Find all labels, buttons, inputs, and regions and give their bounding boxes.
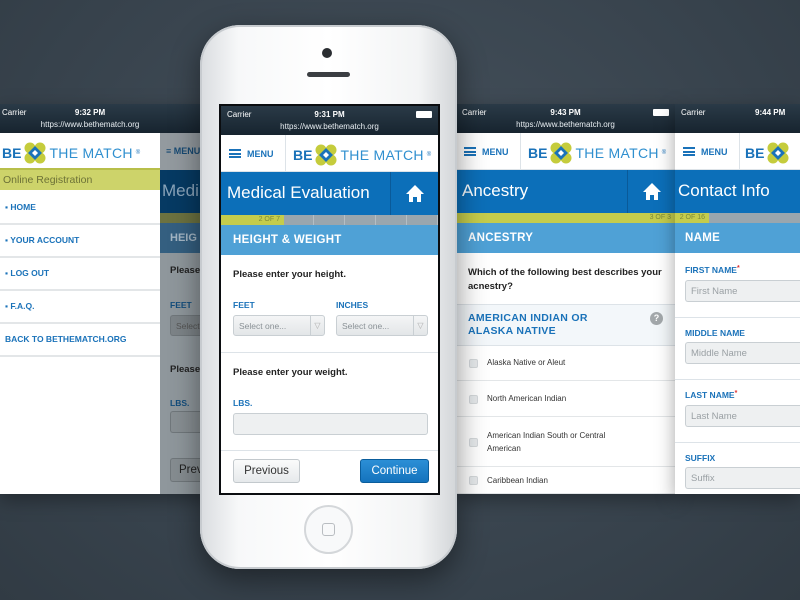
url: https://www.bethematch.org (280, 122, 379, 131)
help-icon[interactable]: ? (650, 312, 663, 325)
time: 9:32 PM (74, 108, 106, 117)
feet-label: FEET (170, 300, 192, 310)
last-name-input[interactable]: Last Name (685, 405, 800, 427)
logo-mark-icon (24, 142, 46, 164)
time: 9:44 PM (755, 108, 786, 117)
nav-your-account[interactable]: ▪ YOUR ACCOUNT (0, 225, 160, 258)
speaker-grille (307, 72, 350, 77)
checkbox[interactable] (469, 394, 478, 404)
lbs-label: LBS. (233, 398, 253, 408)
url: https://www.bethematch.org (40, 120, 140, 129)
continue-button[interactable]: Continue (360, 459, 429, 483)
menu-button[interactable]: MENU (675, 133, 740, 170)
camera-icon (322, 48, 332, 58)
group-header[interactable]: AMERICAN INDIAN OR ALASKA NATIVE ? (456, 304, 675, 346)
section-header: HEIGHT & WEIGHT (221, 225, 438, 255)
logo-mark-icon (550, 142, 572, 164)
menu-button[interactable]: MENU (456, 133, 521, 170)
middle-name-label: MIDDLE NAME (685, 328, 745, 338)
question: Which of the following best describes yo… (468, 267, 662, 292)
home-button[interactable] (627, 170, 675, 213)
progress-bar: 2 OF 7 (221, 215, 438, 225)
logo: BE (745, 142, 789, 164)
home-button[interactable] (390, 172, 438, 215)
time: 9:31 PM (314, 110, 345, 119)
middle-name-input[interactable]: Middle Name (685, 342, 800, 364)
hamburger-icon (464, 147, 476, 156)
progress-label: 2 OF 16 (675, 213, 709, 223)
page-title: Ancestry (456, 170, 675, 213)
status-bar: Carrier 9:31 PM https://www.bethematch.org (221, 106, 438, 135)
logo-mark-icon (315, 144, 337, 166)
progress-bar: 3 OF 3 (456, 213, 675, 223)
chevron-down-icon: ▽ (310, 316, 324, 335)
page-title: Medical Evaluation (221, 172, 438, 215)
checkbox[interactable] (469, 476, 478, 485)
nav-faq[interactable]: ▪ F.A.Q. (0, 291, 160, 324)
progress-label: 3 OF 3 (456, 213, 675, 223)
feet-select[interactable]: Select one... ▽ (233, 315, 325, 336)
option-item[interactable]: North American Indian (456, 381, 675, 417)
weight-question: Please enter your weight. (233, 367, 348, 378)
question: Please (170, 265, 201, 276)
first-name-label: FIRST NAME* (685, 265, 740, 275)
inches-select[interactable]: Select one... ▽ (336, 315, 428, 336)
page-title: Contact Info (675, 170, 800, 213)
hamburger-icon (229, 149, 241, 158)
screen-contact: Carrier 9:44 PM MENU BE Contact Info 2 OF… (675, 104, 800, 494)
screen-menu: Carrier 9:32 PM https://www.bethematch.org… (0, 104, 215, 494)
option-item[interactable]: Alaska Native or Aleut (456, 345, 675, 381)
chevron-down-icon: ▽ (413, 316, 427, 335)
time: 9:43 PM (550, 108, 581, 117)
status-bar: Carrier 9:44 PM (675, 104, 800, 133)
home-icon (405, 185, 424, 202)
logo: BE THE MATCH ® (528, 142, 666, 164)
lbs-input[interactable] (233, 413, 428, 435)
question: Please (170, 364, 201, 375)
logo-bar: BE THE MATCH ® (0, 133, 160, 170)
battery-icon (416, 111, 432, 118)
logo: BE THE MATCH ® (293, 144, 431, 166)
inches-label: INCHES (336, 300, 369, 310)
option-item[interactable]: Caribbean Indian (456, 467, 675, 494)
battery-icon (653, 109, 669, 116)
previous-button[interactable]: Previous (233, 459, 300, 483)
checkbox[interactable] (469, 358, 478, 368)
status-bar: Carrier 9:43 PM https://www.bethematch.org (456, 104, 675, 133)
feet-label: FEET (233, 300, 255, 310)
suffix-input[interactable]: Suffix (685, 467, 800, 489)
height-question: Please enter your height. (233, 269, 346, 280)
section-header: NAME (675, 223, 800, 253)
home-button-hardware[interactable] (304, 505, 353, 554)
lbs-label: LBS. (170, 398, 190, 408)
menu-button[interactable]: MENU (221, 135, 286, 172)
screen-ancestry: Carrier 9:43 PM https://www.bethematch.org… (456, 104, 675, 494)
section-header: ANCESTRY (456, 223, 675, 253)
home-icon (642, 183, 661, 200)
logo: BE THE MATCH ® (2, 142, 140, 164)
checkbox[interactable] (469, 437, 478, 447)
progress-bar: 2 OF 16 (675, 213, 800, 223)
last-name-label: LAST NAME* (685, 390, 738, 400)
option-item[interactable]: American Indian South or Central America… (456, 417, 675, 467)
nav-log-out[interactable]: ▪ LOG OUT (0, 258, 160, 291)
screen-medical: Carrier 9:31 PM https://www.bethematch.org… (219, 104, 440, 495)
first-name-input[interactable]: First Name (685, 280, 800, 302)
nav-back-to-site[interactable]: BACK TO BETHEMATCH.ORG (0, 324, 160, 357)
hamburger-icon (683, 147, 695, 156)
nav-home[interactable]: ▪ HOME (0, 192, 160, 225)
url: https://www.bethematch.org (516, 120, 615, 129)
carrier: Carrier (681, 108, 706, 117)
registration-banner: Online Registration (0, 168, 160, 190)
suffix-label: SUFFIX (685, 453, 716, 463)
logo-mark-icon (767, 142, 789, 164)
status-bar: Carrier 9:32 PM https://www.bethematch.org (0, 104, 215, 133)
progress-label: 2 OF 7 (221, 215, 284, 225)
